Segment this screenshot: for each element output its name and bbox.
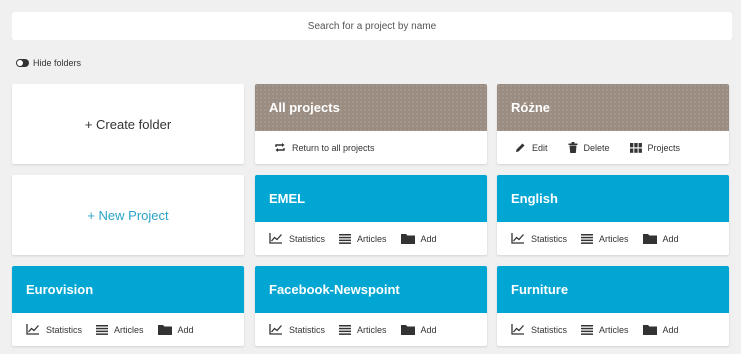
project-title: Facebook-Newspoint	[269, 282, 400, 297]
projects-label: Projects	[647, 142, 681, 153]
statistics-button[interactable]: Statistics	[511, 233, 567, 244]
articles-button[interactable]: Articles	[581, 324, 629, 335]
articles-label: Articles	[114, 324, 144, 335]
line-chart-icon	[26, 324, 39, 335]
add-label: Add	[177, 324, 194, 335]
toggle-icon[interactable]	[16, 59, 29, 67]
articles-button[interactable]: Articles	[339, 324, 387, 335]
rozne-footer: Edit Delete Projects	[497, 131, 729, 164]
repeat-icon	[275, 143, 285, 152]
all-projects-header[interactable]: All projects	[255, 84, 487, 131]
all-projects-card[interactable]: All projects Return to all projects	[255, 84, 487, 164]
project-title: English	[511, 191, 558, 206]
return-to-all-projects-label: Return to all projects	[292, 142, 375, 153]
folder-icon	[642, 325, 657, 335]
delete-button[interactable]: Delete	[568, 142, 610, 153]
rozne-header[interactable]: Różne	[497, 84, 729, 131]
delete-label: Delete	[583, 142, 610, 153]
project-footer: Statistics Articles Add	[497, 313, 729, 346]
all-projects-title: All projects	[269, 100, 340, 115]
statistics-label: Statistics	[289, 233, 326, 244]
project-header[interactable]: EMEL	[255, 175, 487, 222]
line-chart-icon	[511, 324, 524, 335]
add-button[interactable]: Add	[157, 324, 194, 335]
statistics-button[interactable]: Statistics	[26, 324, 82, 335]
articles-label: Articles	[357, 324, 387, 335]
hide-folders-label: Hide folders	[33, 58, 82, 68]
new-project-label: + New Project	[87, 207, 169, 223]
add-button[interactable]: Add	[642, 324, 679, 335]
statistics-label: Statistics	[531, 233, 568, 244]
rozne-folder-card[interactable]: Różne Edit Delete Projects	[497, 84, 729, 164]
project-header[interactable]: Furniture	[497, 266, 729, 313]
add-button[interactable]: Add	[400, 324, 437, 335]
project-title: EMEL	[269, 191, 306, 206]
project-footer: Statistics Articles Add	[12, 313, 244, 346]
edit-label: Edit	[532, 142, 548, 153]
create-folder-card[interactable]: + Create folder	[12, 84, 244, 164]
list-icon	[96, 324, 109, 335]
folder-icon	[642, 234, 657, 244]
project-card-emel[interactable]: EMEL Statistics Articles Add	[255, 175, 487, 255]
list-icon	[339, 233, 352, 244]
return-to-all-projects-link[interactable]: Return to all projects	[274, 142, 375, 153]
folder-icon	[400, 325, 415, 335]
project-card-english[interactable]: English Statistics Articles Add	[497, 175, 729, 255]
trash-icon	[568, 142, 578, 153]
project-footer: Statistics Articles Add	[255, 313, 487, 346]
statistics-label: Statistics	[531, 324, 568, 335]
add-button[interactable]: Add	[400, 233, 437, 244]
project-card-facebook-newspoint[interactable]: Facebook-Newspoint Statistics Articles A…	[255, 266, 487, 346]
hide-folders-toggle[interactable]: Hide folders	[16, 57, 81, 69]
articles-label: Articles	[357, 233, 387, 244]
statistics-button[interactable]: Statistics	[269, 233, 325, 244]
line-chart-icon	[269, 233, 282, 244]
statistics-label: Statistics	[289, 324, 326, 335]
articles-button[interactable]: Articles	[96, 324, 144, 335]
statistics-button[interactable]: Statistics	[269, 324, 325, 335]
pencil-icon	[516, 143, 525, 152]
list-icon	[339, 324, 352, 335]
project-card-furniture[interactable]: Furniture Statistics Articles Add	[497, 266, 729, 346]
edit-button[interactable]: Edit	[515, 142, 548, 153]
project-title: Furniture	[511, 282, 569, 297]
statistics-button[interactable]: Statistics	[511, 324, 567, 335]
articles-label: Articles	[599, 233, 629, 244]
articles-button[interactable]: Articles	[339, 233, 387, 244]
project-title: Eurovision	[26, 282, 94, 297]
folder-icon	[400, 234, 415, 244]
add-label: Add	[662, 233, 679, 244]
project-header[interactable]: Eurovision	[12, 266, 244, 313]
line-chart-icon	[511, 233, 524, 244]
new-project-card[interactable]: + New Project	[12, 175, 244, 255]
statistics-label: Statistics	[46, 324, 83, 335]
add-button[interactable]: Add	[642, 233, 679, 244]
articles-label: Articles	[599, 324, 629, 335]
folder-icon	[157, 325, 172, 335]
line-chart-icon	[269, 324, 282, 335]
create-folder-label: + Create folder	[84, 116, 172, 132]
search-input[interactable]: Search for a project by name	[12, 12, 732, 40]
grid-icon	[629, 142, 642, 153]
all-projects-footer: Return to all projects	[255, 131, 487, 164]
list-icon	[581, 233, 594, 244]
articles-button[interactable]: Articles	[581, 233, 629, 244]
project-header[interactable]: English	[497, 175, 729, 222]
project-footer: Statistics Articles Add	[255, 222, 487, 255]
add-label: Add	[420, 324, 437, 335]
search-placeholder: Search for a project by name	[307, 20, 437, 32]
project-card-eurovision[interactable]: Eurovision Statistics Articles Add	[12, 266, 244, 346]
projects-button[interactable]: Projects	[629, 142, 681, 153]
rozne-title: Różne	[511, 100, 550, 115]
list-icon	[581, 324, 594, 335]
project-footer: Statistics Articles Add	[497, 222, 729, 255]
add-label: Add	[420, 233, 437, 244]
project-header[interactable]: Facebook-Newspoint	[255, 266, 487, 313]
add-label: Add	[662, 324, 679, 335]
